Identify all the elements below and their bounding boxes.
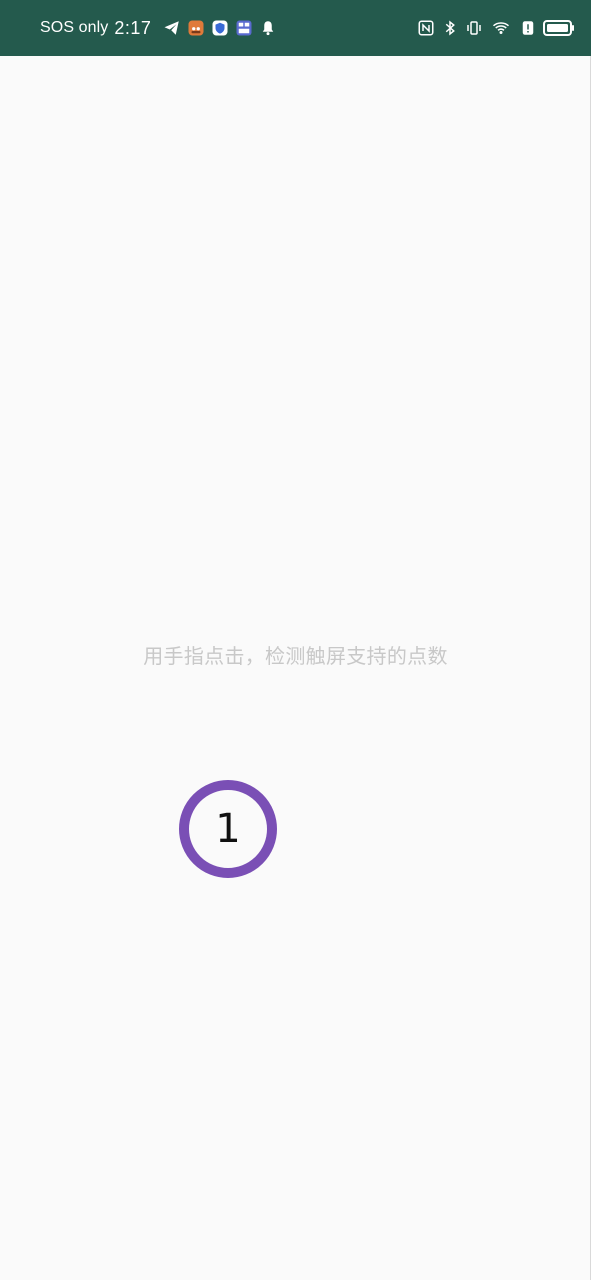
battery-icon [543,19,575,37]
telegram-icon [163,19,181,37]
status-left-group: SOS only 2:17 [40,18,277,39]
nfc-icon [417,19,435,37]
touch-point-number: 1 [215,806,241,852]
battery-saver-icon [519,19,537,37]
touch-test-area[interactable]: 用手指点击，检测触屏支持的点数 1 [0,56,591,1280]
carrier-text: SOS only [40,19,109,36]
system-icons [417,19,575,37]
bluetooth-icon [441,19,459,37]
bell-icon [259,19,277,37]
touch-point-marker: 1 [179,780,277,878]
instruction-text: 用手指点击，检测触屏支持的点数 [143,644,448,668]
shield-app-icon [211,19,229,37]
wifi-icon [489,19,513,37]
vibrate-icon [465,19,483,37]
cat-app-icon [187,19,205,37]
notification-icons [163,19,277,37]
calculator-app-icon [235,19,253,37]
clock-time: 2:17 [114,17,152,38]
status-bar: SOS only 2:17 [0,0,591,56]
